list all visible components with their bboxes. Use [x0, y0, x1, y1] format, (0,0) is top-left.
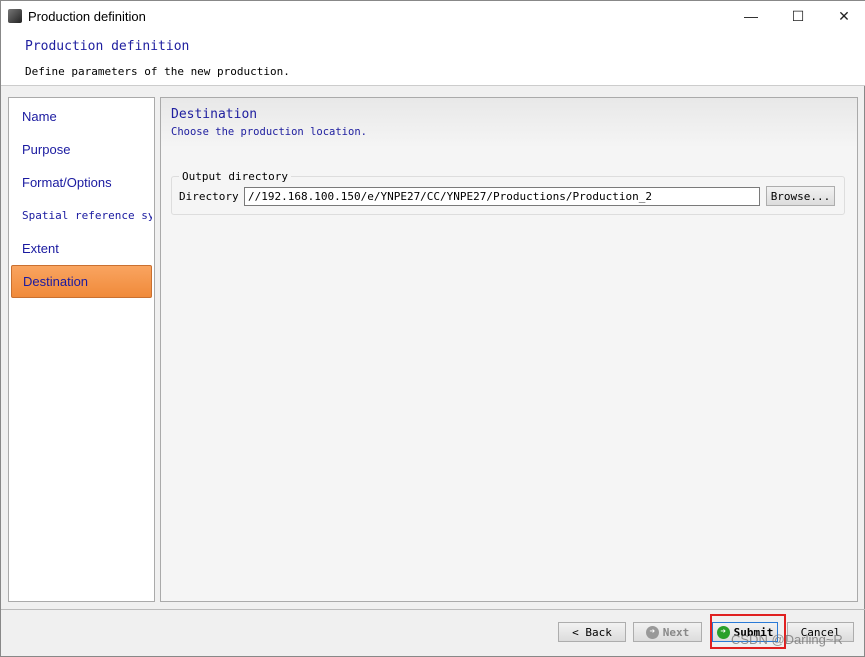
divider	[1, 609, 865, 610]
submit-label: Submit	[733, 625, 774, 639]
arrow-right-icon: ➜	[716, 625, 730, 639]
title-bar: Production definition — ☐ ✕	[1, 1, 865, 31]
wizard-steps: Name Purpose Format/Options Spatial refe…	[8, 97, 155, 602]
app-cube-icon	[8, 9, 22, 23]
minimize-button[interactable]: —	[728, 1, 774, 31]
page-subtitle: Define parameters of the new production.	[25, 65, 290, 78]
step-purpose[interactable]: Purpose	[11, 133, 152, 166]
directory-label: Directory	[179, 190, 239, 203]
step-extent[interactable]: Extent	[11, 232, 152, 265]
step-format-options[interactable]: Format/Options	[11, 166, 152, 199]
group-label: Output directory	[182, 170, 288, 183]
browse-button[interactable]: Browse...	[766, 186, 835, 206]
back-button[interactable]: < Back	[558, 622, 626, 642]
cancel-button[interactable]: Cancel	[787, 622, 854, 642]
destination-panel: Destination Choose the production locati…	[160, 97, 858, 602]
window-title: Production definition	[28, 8, 146, 24]
next-button[interactable]: ➜ Next	[633, 622, 702, 642]
submit-button[interactable]: ➜ Submit	[712, 622, 778, 642]
step-destination[interactable]: Destination	[11, 265, 152, 298]
wizard-header: Production definition Define parameters …	[1, 31, 865, 86]
next-label: Next	[662, 625, 690, 639]
close-button[interactable]: ✕	[821, 1, 865, 31]
panel-subtitle: Choose the production location.	[171, 126, 367, 138]
arrow-right-icon: ➜	[645, 625, 659, 639]
panel-title: Destination	[171, 107, 258, 122]
step-name[interactable]: Name	[11, 100, 152, 133]
step-spatial-reference[interactable]: Spatial reference sy	[11, 199, 152, 232]
maximize-button[interactable]: ☐	[775, 1, 821, 31]
directory-input[interactable]	[244, 187, 760, 206]
page-title: Production definition	[25, 39, 190, 54]
